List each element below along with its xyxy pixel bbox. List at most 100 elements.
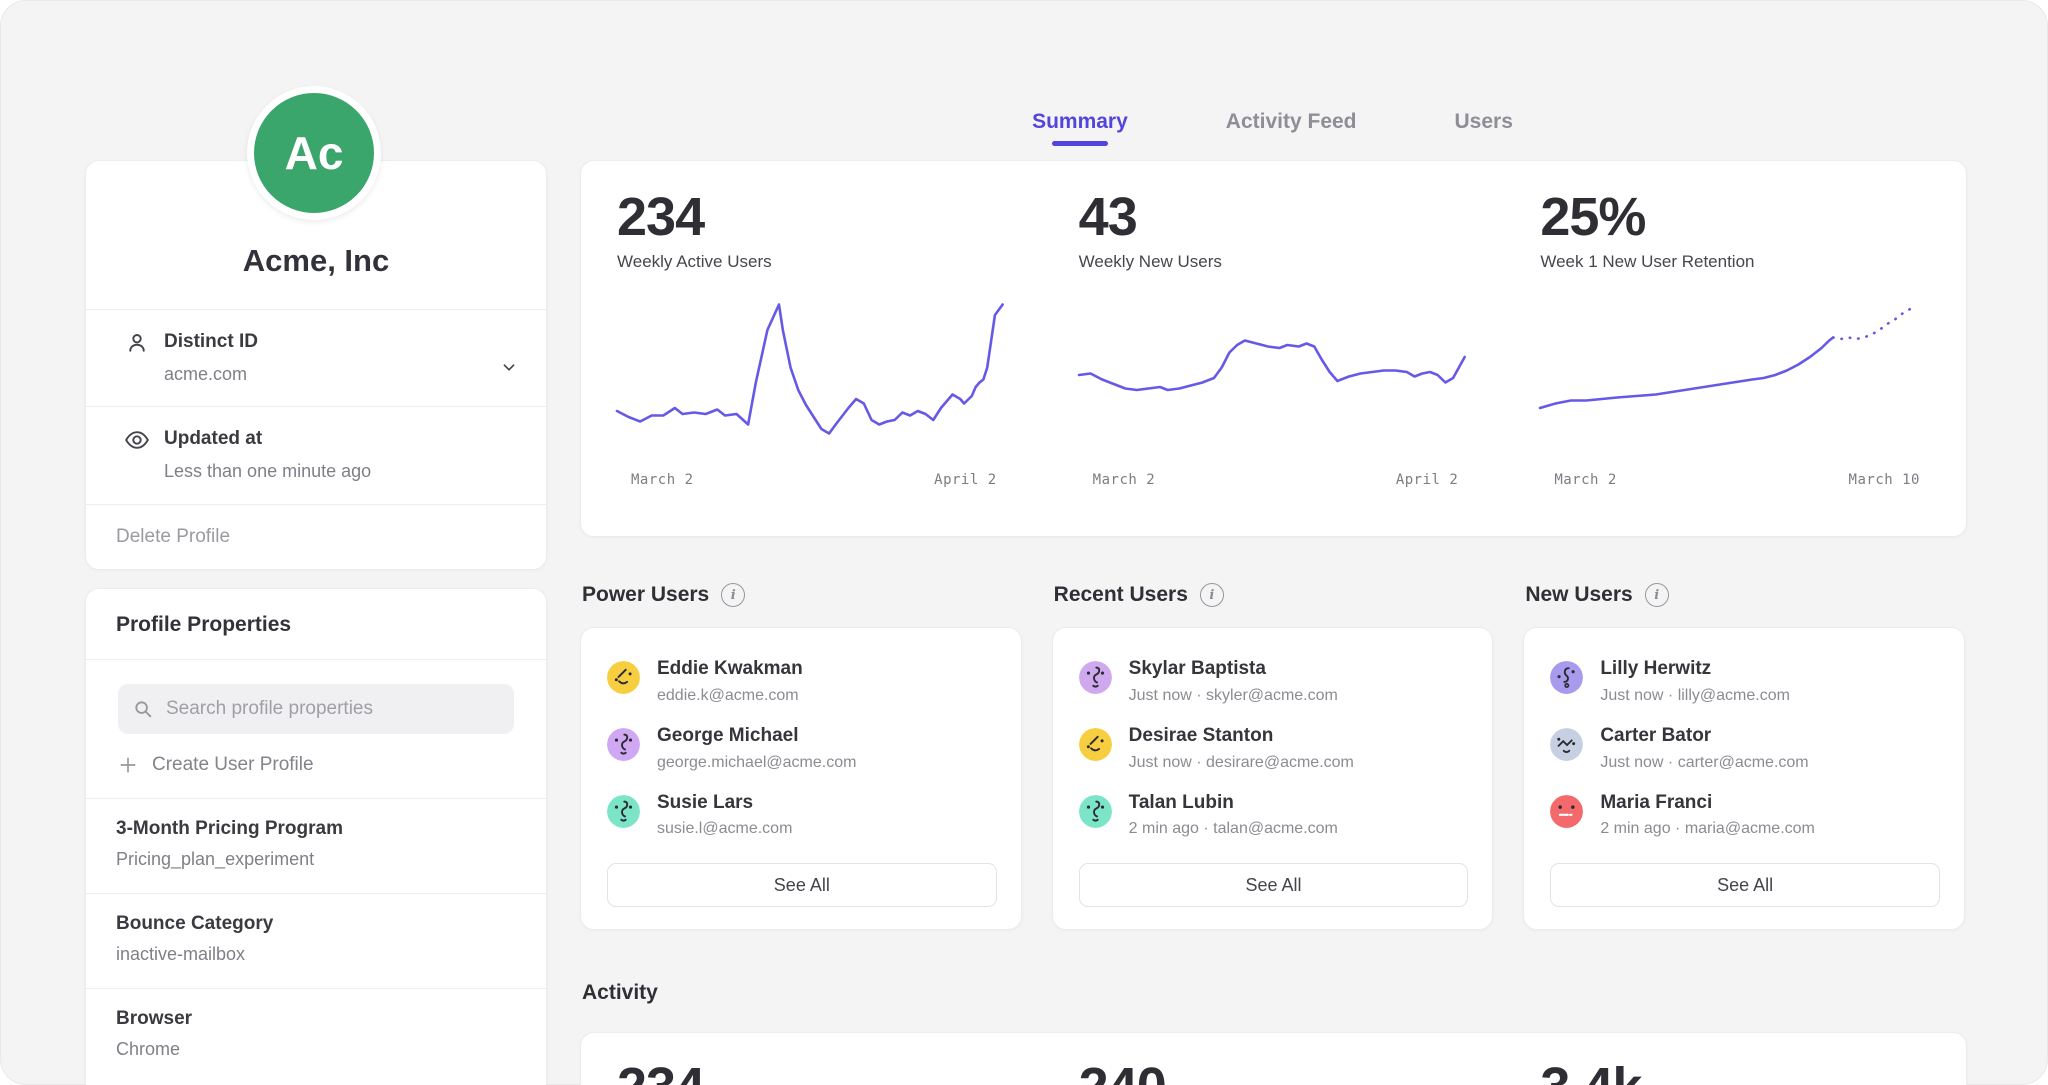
property-value: Chrome — [116, 1039, 516, 1060]
field-label: Updated at — [164, 426, 518, 452]
recent-users-card: Skylar Baptista Just now · skyler@acme.c… — [1052, 627, 1494, 930]
user-detail: 2 min ago · maria@acme.com — [1600, 820, 1815, 838]
stat-label: Weekly New Users — [1079, 252, 1465, 272]
stat-value: 234 — [617, 1059, 1003, 1085]
user-name: Lilly Herwitz — [1600, 658, 1790, 681]
chevron-down-icon[interactable] — [498, 356, 520, 378]
property-value: inactive-mailbox — [116, 944, 516, 965]
user-name: Maria Franci — [1600, 792, 1815, 815]
create-user-profile-label: Create User Profile — [152, 754, 314, 776]
plus-icon — [118, 755, 138, 775]
profile-summary-card: Acme, Inc Distinct ID acme.com Updated a… — [85, 160, 547, 570]
activity-title: Activity — [582, 981, 658, 1005]
property-label: Bounce Category — [116, 913, 516, 935]
user-avatar — [1550, 728, 1583, 761]
section-title: New Users — [1525, 583, 1632, 607]
user-detail: Just now · lilly@acme.com — [1600, 687, 1790, 705]
user-name: George Michael — [657, 725, 856, 748]
user-detail: Just now · carter@acme.com — [1600, 754, 1808, 772]
see-all-button[interactable]: See All — [607, 863, 997, 907]
list-item[interactable]: Maria Franci 2 min ago · maria@acme.com — [1550, 792, 1940, 839]
section-title: Power Users — [582, 583, 709, 607]
see-all-button[interactable]: See All — [1079, 863, 1469, 907]
stat-label: Week 1 New User Retention — [1540, 252, 1926, 272]
person-icon — [124, 330, 150, 356]
divider — [86, 659, 546, 660]
user-name: Talan Lubin — [1129, 792, 1338, 815]
list-item[interactable]: Susie Lars susie.l@acme.com — [607, 792, 997, 839]
property-row: Bounce Category inactive-mailbox — [86, 894, 546, 988]
user-detail: george.michael@acme.com — [657, 754, 856, 772]
tab-bar: Summary Activity Feed Users — [580, 110, 1965, 146]
activity-stat: 234 — [581, 1033, 1043, 1085]
user-avatar — [1079, 728, 1112, 761]
company-avatar: Ac — [247, 86, 381, 220]
line-chart — [1079, 300, 1465, 450]
user-avatar — [1550, 795, 1583, 828]
info-icon[interactable]: i — [1645, 583, 1669, 607]
power-users-section: Power Users i Eddie Kwakman eddie.k@acme… — [580, 583, 1022, 930]
new-users-section: New Users i Lilly Herwitz Just now · lil… — [1523, 583, 1965, 930]
new-users-header: New Users i — [1523, 583, 1965, 607]
search-icon — [132, 698, 154, 720]
user-avatar — [1079, 661, 1112, 694]
x-axis-label: April 2 — [934, 472, 997, 488]
stat-label: Weekly Active Users — [617, 252, 1003, 272]
user-detail: Just now · desirare@acme.com — [1129, 754, 1354, 772]
tab-summary[interactable]: Summary — [1032, 110, 1128, 146]
user-detail: 2 min ago · talan@acme.com — [1129, 820, 1338, 838]
company-avatar-initials: Ac — [285, 126, 344, 180]
see-all-button[interactable]: See All — [1550, 863, 1940, 907]
x-axis-label: April 2 — [1396, 472, 1459, 488]
tab-users[interactable]: Users — [1455, 110, 1513, 146]
activity-card: 234 240 3.4k — [580, 1032, 1967, 1085]
user-detail: Just now · skyler@acme.com — [1129, 687, 1338, 705]
stat-weekly-active-users: 234 Weekly Active Users March 2 April 2 — [581, 161, 1043, 536]
list-item[interactable]: Skylar Baptista Just now · skyler@acme.c… — [1079, 658, 1469, 705]
user-name: Desirae Stanton — [1129, 725, 1354, 748]
list-item[interactable]: Carter Bator Just now · carter@acme.com — [1550, 725, 1940, 772]
distinct-id-row: Distinct ID acme.com — [86, 310, 546, 406]
user-avatar — [607, 661, 640, 694]
power-users-card: Eddie Kwakman eddie.k@acme.com George Mi… — [580, 627, 1022, 930]
profile-properties-search[interactable] — [118, 684, 514, 734]
power-users-header: Power Users i — [580, 583, 1022, 607]
list-item[interactable]: Desirae Stanton Just now · desirare@acme… — [1079, 725, 1469, 772]
eye-icon — [124, 427, 150, 453]
updated-at-row: Updated at Less than one minute ago — [86, 407, 546, 503]
x-axis-label: March 2 — [631, 472, 694, 488]
line-chart — [617, 300, 1003, 450]
field-value: acme.com — [164, 363, 518, 386]
x-axis-labels: March 2 March 10 — [1540, 450, 1926, 488]
list-item[interactable]: George Michael george.michael@acme.com — [607, 725, 997, 772]
stat-value: 25% — [1540, 189, 1926, 246]
section-title: Recent Users — [1054, 583, 1188, 607]
user-name: Skylar Baptista — [1129, 658, 1338, 681]
user-name: Susie Lars — [657, 792, 792, 815]
user-name: Carter Bator — [1600, 725, 1808, 748]
delete-profile-button[interactable]: Delete Profile — [86, 505, 546, 569]
list-item[interactable]: Eddie Kwakman eddie.k@acme.com — [607, 658, 997, 705]
search-input[interactable] — [164, 697, 500, 721]
x-axis-labels: March 2 April 2 — [617, 450, 1003, 488]
info-icon[interactable]: i — [721, 583, 745, 607]
tab-activity-feed[interactable]: Activity Feed — [1226, 110, 1357, 146]
user-avatar — [1550, 661, 1583, 694]
x-axis-labels: March 2 April 2 — [1079, 450, 1465, 488]
list-item[interactable]: Talan Lubin 2 min ago · talan@acme.com — [1079, 792, 1469, 839]
stat-week1-retention: 25% Week 1 New User Retention March 2 Ma… — [1504, 161, 1966, 536]
info-icon[interactable]: i — [1200, 583, 1224, 607]
user-sections: Power Users i Eddie Kwakman eddie.k@acme… — [580, 583, 1965, 930]
property-row: 3-Month Pricing Program Pricing_plan_exp… — [86, 799, 546, 893]
list-item[interactable]: Lilly Herwitz Just now · lilly@acme.com — [1550, 658, 1940, 705]
activity-stat: 3.4k — [1504, 1033, 1966, 1085]
new-users-card: Lilly Herwitz Just now · lilly@acme.com … — [1523, 627, 1965, 930]
create-user-profile-button[interactable]: Create User Profile — [118, 754, 514, 776]
profile-properties-card: Profile Properties Create User Profile 3… — [85, 588, 547, 1085]
app-canvas: Ac Acme, Inc Distinct ID acme.com Update… — [0, 0, 2048, 1085]
line-chart — [1540, 300, 1926, 450]
weekly-active-users-chart — [617, 300, 1003, 450]
user-name: Eddie Kwakman — [657, 658, 803, 681]
stat-value: 240 — [1079, 1059, 1465, 1085]
field-label: Distinct ID — [164, 329, 518, 355]
